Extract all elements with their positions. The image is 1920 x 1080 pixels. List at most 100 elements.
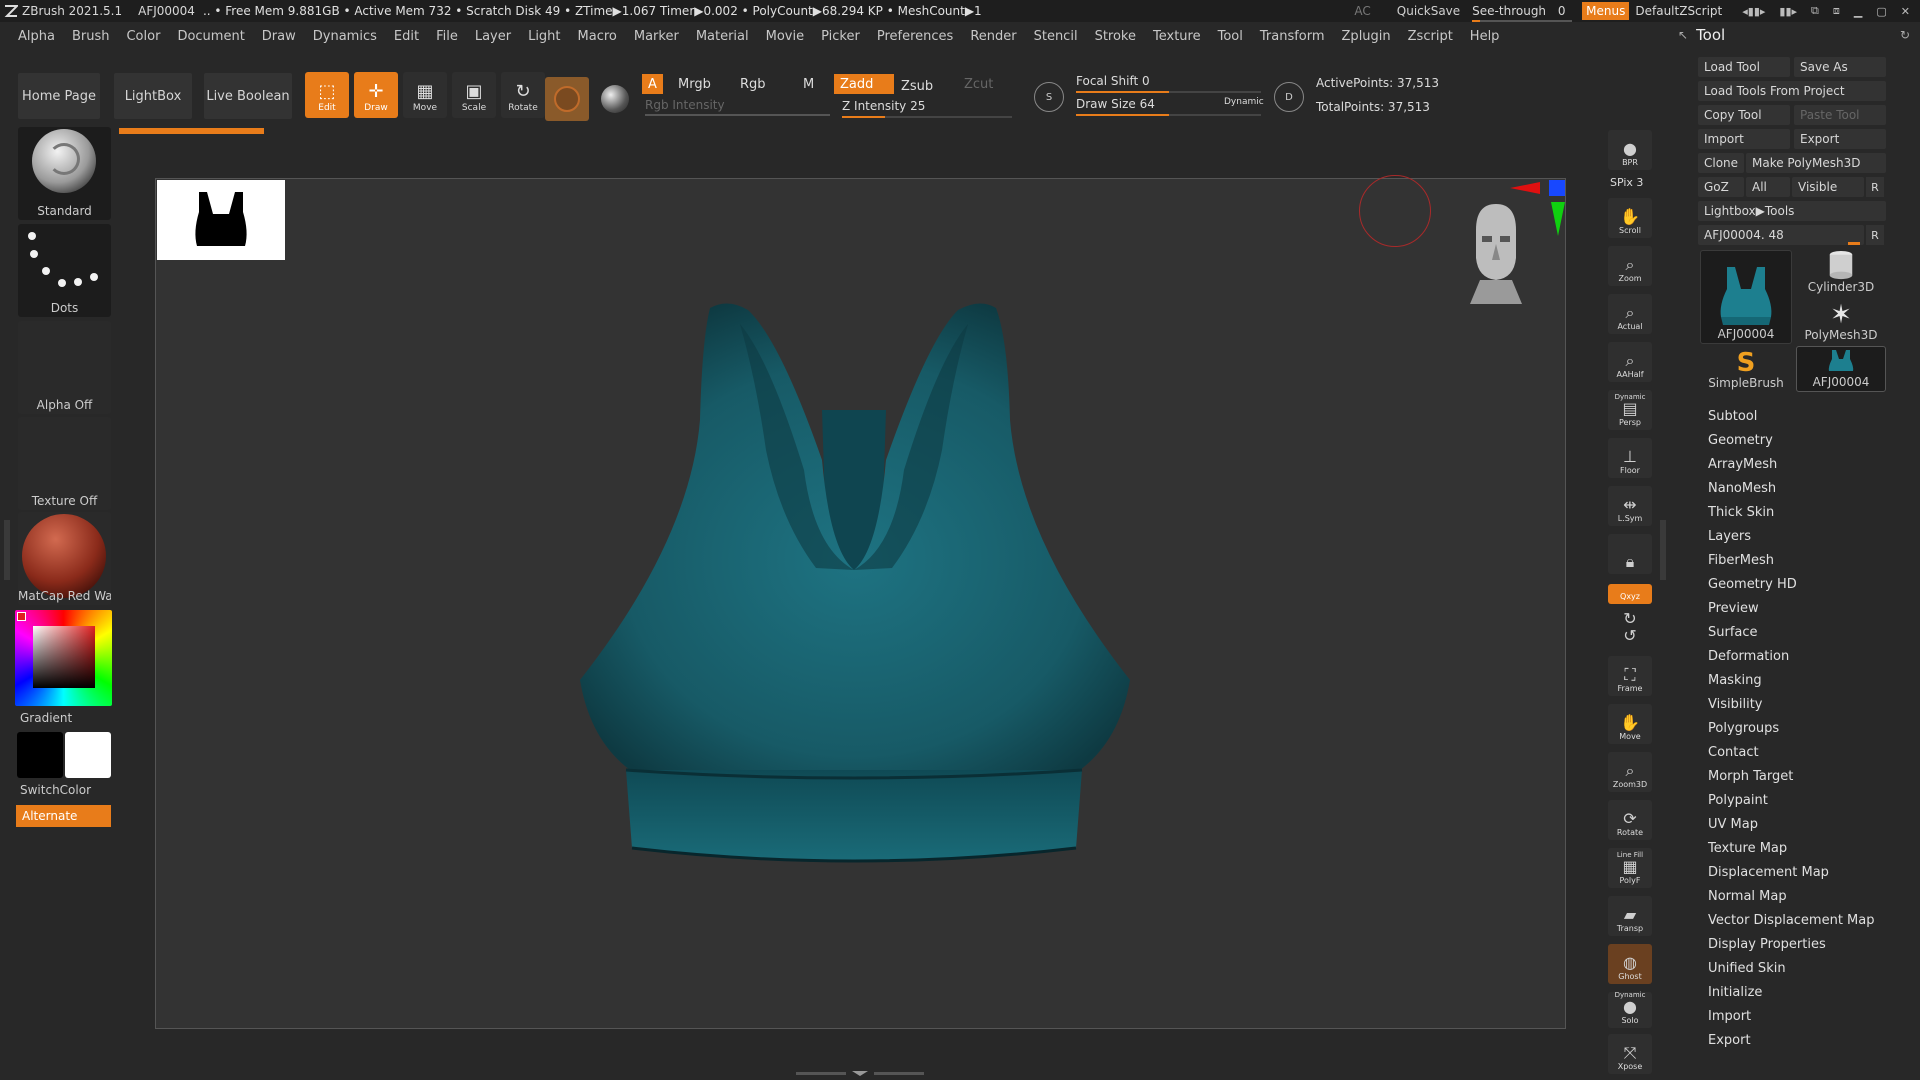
subpalette-layers[interactable]: Layers xyxy=(1708,524,1908,548)
subpalette-surface[interactable]: Surface xyxy=(1708,620,1908,644)
load-tools-from-project-button[interactable]: Load Tools From Project xyxy=(1698,81,1886,101)
menu-document[interactable]: Document xyxy=(177,29,244,44)
material-selector[interactable]: MatCap Red Wax xyxy=(18,512,111,605)
mrgb-toggle[interactable]: Mrgb xyxy=(672,74,717,94)
minimize-icon[interactable]: ▁ xyxy=(1854,5,1862,18)
copy-tool-button[interactable]: Copy Tool xyxy=(1698,105,1790,125)
lightbox-tools-button[interactable]: Lightbox▶Tools xyxy=(1698,201,1886,221)
refresh-icon[interactable]: ↻ xyxy=(1900,28,1910,42)
goz-all-button[interactable]: All xyxy=(1746,177,1790,197)
close-icon[interactable]: ✕ xyxy=(1901,5,1910,18)
menu-light[interactable]: Light xyxy=(528,29,560,44)
subpalette-contact[interactable]: Contact xyxy=(1708,740,1908,764)
brush-selector[interactable]: Standard xyxy=(18,127,111,220)
subpalette-geometry[interactable]: Geometry xyxy=(1708,428,1908,452)
menu-brush[interactable]: Brush xyxy=(72,29,110,44)
a-toggle[interactable]: A xyxy=(642,74,663,94)
dynamic-label[interactable]: Dynamic xyxy=(1224,97,1264,107)
zoom3d-button[interactable]: ⌕ Zoom3D xyxy=(1608,752,1652,792)
home-page-button[interactable]: Home Page xyxy=(18,73,100,119)
actual-button[interactable]: ⌕ Actual xyxy=(1608,294,1652,334)
transp-button[interactable]: ▰ Transp xyxy=(1608,896,1652,936)
z-axis-icon[interactable] xyxy=(1549,180,1565,196)
default-zscript-button[interactable]: DefaultZScript xyxy=(1635,4,1722,18)
subpalette-visibility[interactable]: Visibility xyxy=(1708,692,1908,716)
menu-dynamics[interactable]: Dynamics xyxy=(313,29,377,44)
move-mode-button[interactable]: ▦ Move xyxy=(403,72,447,118)
solo-button[interactable]: Dynamic ● Solo xyxy=(1608,991,1652,1028)
x-axis-icon[interactable] xyxy=(1510,182,1540,194)
subpalette-preview[interactable]: Preview xyxy=(1708,596,1908,620)
z-intensity-slider[interactable] xyxy=(842,116,1012,118)
menu-tool[interactable]: Tool xyxy=(1218,29,1243,44)
menu-transform[interactable]: Transform xyxy=(1260,29,1325,44)
quicksave-button[interactable]: QuickSave xyxy=(1397,4,1460,18)
subpalette-polypaint[interactable]: Polypaint xyxy=(1708,788,1908,812)
see-through-slider[interactable]: See-through 0 xyxy=(1472,4,1573,22)
stroke-selector[interactable]: Dots xyxy=(18,224,111,317)
subpalette-export[interactable]: Export xyxy=(1708,1028,1908,1052)
subpalette-nanomesh[interactable]: NanoMesh xyxy=(1708,476,1908,500)
polyf-button[interactable]: Line Fill ▦ PolyF xyxy=(1608,848,1652,888)
subpalette-thick-skin[interactable]: Thick Skin xyxy=(1708,500,1908,524)
current-tool-slider[interactable]: AFJ00004. 48 xyxy=(1698,225,1864,245)
primary-color-swatch[interactable] xyxy=(17,732,63,778)
gizmo-target-circle[interactable] xyxy=(1359,175,1431,247)
tool-thumb-simplebrush[interactable]: S SimpleBrush xyxy=(1700,346,1792,392)
color-saturation-square[interactable] xyxy=(33,626,95,688)
subpalette-vector-displacement-map[interactable]: Vector Displacement Map xyxy=(1708,908,1908,932)
alternate-button[interactable]: Alternate xyxy=(16,805,111,827)
ghost-button[interactable]: ◍ Ghost xyxy=(1608,944,1652,984)
y-axis-icon[interactable] xyxy=(1551,202,1565,236)
subpalette-import[interactable]: Import xyxy=(1708,1004,1908,1028)
goz-button[interactable]: GoZ xyxy=(1698,177,1744,197)
save-as-button[interactable]: Save As xyxy=(1794,57,1886,77)
menu-stencil[interactable]: Stencil xyxy=(1034,29,1078,44)
subpalette-uv-map[interactable]: UV Map xyxy=(1708,812,1908,836)
color-picker[interactable] xyxy=(15,610,112,706)
tool-thumb-cylinder3d[interactable]: Cylinder3D xyxy=(1796,250,1886,296)
subpalette-subtool[interactable]: Subtool xyxy=(1708,404,1908,428)
texture-selector[interactable]: Texture Off xyxy=(18,417,111,510)
left-tray-scrollbar[interactable] xyxy=(4,520,10,580)
subpalette-display-properties[interactable]: Display Properties xyxy=(1708,932,1908,956)
paste-tool-button[interactable]: Paste Tool xyxy=(1794,105,1886,125)
edit-mode-button[interactable]: ⬚ Edit xyxy=(305,72,349,118)
secondary-color-swatch[interactable] xyxy=(65,732,111,778)
live-boolean-button[interactable]: Live Boolean xyxy=(204,73,292,119)
menu-zplugin[interactable]: Zplugin xyxy=(1342,29,1391,44)
menu-material[interactable]: Material xyxy=(696,29,749,44)
bpr-button[interactable]: ● BPR xyxy=(1608,130,1652,170)
menus-button[interactable]: Menus xyxy=(1582,2,1630,20)
menu-draw[interactable]: Draw xyxy=(262,29,296,44)
import-button[interactable]: Import xyxy=(1698,129,1790,149)
xpose-button[interactable]: ⤧ Xpose xyxy=(1608,1034,1652,1074)
menu-macro[interactable]: Macro xyxy=(578,29,617,44)
subpalette-morph-target[interactable]: Morph Target xyxy=(1708,764,1908,788)
subpalette-deformation[interactable]: Deformation xyxy=(1708,644,1908,668)
load-tool-button[interactable]: Load Tool xyxy=(1698,57,1790,77)
lock-button[interactable]: 🔒︎ xyxy=(1608,534,1652,574)
sports-bra-model[interactable] xyxy=(560,300,1150,900)
menu-alpha[interactable]: Alpha xyxy=(18,29,55,44)
restore-layout-icon[interactable]: ⧉ xyxy=(1811,4,1819,18)
goz-r-button[interactable]: R xyxy=(1866,177,1884,197)
right-tray-scrollbar[interactable] xyxy=(1660,520,1666,580)
rgb-toggle[interactable]: Rgb xyxy=(734,74,772,94)
tool-thumb-afj00004[interactable]: AFJ00004 xyxy=(1700,250,1792,344)
sphere-button[interactable] xyxy=(593,77,637,121)
make-polymesh3d-button[interactable]: Make PolyMesh3D xyxy=(1746,153,1886,173)
dynamic-size-icon[interactable]: D xyxy=(1274,82,1304,112)
tool-thumb-polymesh3d[interactable]: ✶ PolyMesh3D xyxy=(1796,298,1886,344)
floating-window-icon[interactable]: ⧈ xyxy=(1833,4,1840,18)
spix-label[interactable]: SPix 3 xyxy=(1610,176,1643,189)
zsub-toggle[interactable]: Zsub xyxy=(895,76,939,96)
scroll-button[interactable]: ✋ Scroll xyxy=(1608,198,1652,238)
floor-button[interactable]: ⊥ Floor xyxy=(1608,438,1652,478)
move-view-button[interactable]: ✋ Move xyxy=(1608,704,1652,744)
menu-stroke[interactable]: Stroke xyxy=(1095,29,1136,44)
zoom-button[interactable]: ⌕ Zoom xyxy=(1608,246,1652,286)
scale-mode-button[interactable]: ▣ Scale xyxy=(452,72,496,118)
tool-slider-r-button[interactable]: R xyxy=(1866,225,1884,245)
subpalette-masking[interactable]: Masking xyxy=(1708,668,1908,692)
